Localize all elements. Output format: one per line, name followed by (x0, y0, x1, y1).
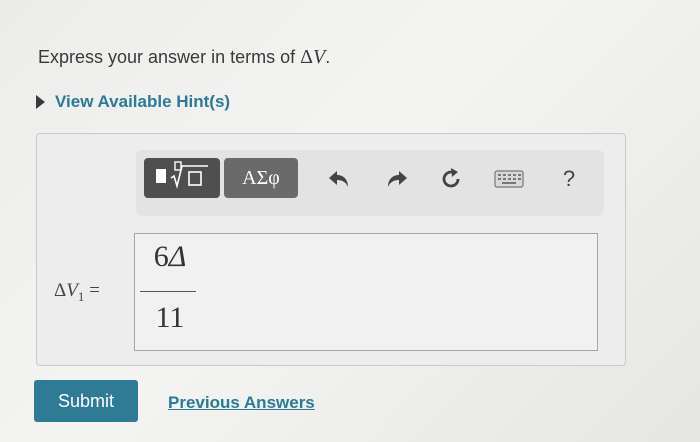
prompt-math-var: V (312, 46, 326, 68)
fraction-denominator: 11 (155, 301, 185, 334)
view-hints-label: View Available Hint(s) (55, 92, 231, 111)
keyboard-icon[interactable] (492, 164, 526, 194)
answer-label: ΔV1 = (54, 280, 100, 305)
prompt-math: ΔV (300, 46, 325, 68)
answer-label-equals: = (84, 280, 100, 301)
submit-label: Submit (57, 390, 115, 411)
math-toolbar: ΑΣφ ? (136, 150, 604, 216)
question-prompt: Express your answer in terms of ΔV. (38, 46, 330, 69)
numerator-number: 6 (153, 240, 169, 273)
fraction-sqrt-templates-icon (152, 160, 212, 196)
reset-icon[interactable] (436, 164, 466, 194)
submit-button[interactable]: Submit (34, 380, 138, 422)
answer-label-var: V (66, 280, 78, 301)
view-hints-link[interactable]: View Available Hint(s) (36, 92, 230, 112)
prompt-period: . (325, 47, 331, 67)
answer-label-delta: Δ (54, 280, 67, 301)
caret-right-icon (36, 95, 45, 109)
help-button[interactable]: ? (554, 164, 584, 194)
symbols-button[interactable]: ΑΣφ (224, 158, 298, 198)
prompt-text: Express your answer in terms of (38, 47, 301, 67)
numerator-symbol: Δ (168, 240, 187, 273)
symbols-label: ΑΣφ (242, 166, 280, 189)
undo-icon[interactable] (324, 164, 354, 194)
answer-input[interactable] (134, 233, 598, 351)
help-label: ? (562, 166, 576, 191)
prompt-math-delta: Δ (300, 46, 313, 68)
fraction-bar (140, 291, 196, 292)
redo-icon[interactable] (382, 164, 412, 194)
fraction-numerator: 6Δ (148, 240, 192, 274)
templates-button[interactable] (144, 158, 220, 198)
previous-answers-link[interactable]: Previous Answers (168, 393, 315, 413)
